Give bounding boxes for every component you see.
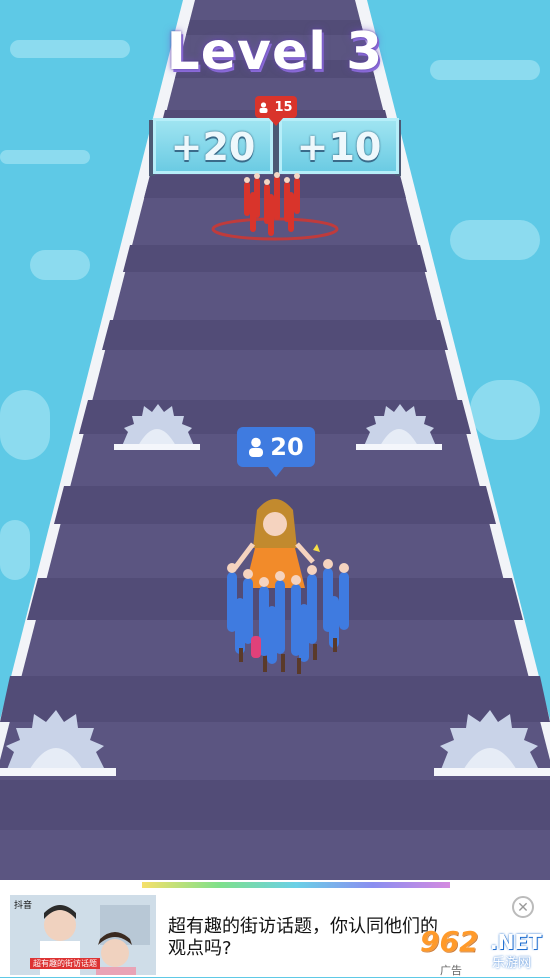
player-count-badge: 20 (237, 427, 315, 477)
person-icon (249, 437, 264, 457)
watermark-suffix: .NET (490, 930, 542, 954)
gate-plus-10: +10 (279, 118, 399, 174)
watermark-number: 962 (420, 925, 479, 958)
player-crowd[interactable] (205, 488, 375, 684)
enemy-count-badge: 15 (255, 96, 297, 126)
enemy-crowd (244, 172, 300, 236)
ad-headline[interactable]: 超有趣的街访话题，你认同他们的观点吗? (168, 916, 438, 960)
ad-tag: 广告 (440, 964, 462, 977)
close-icon[interactable]: ✕ (512, 896, 534, 918)
person-icon (259, 101, 268, 113)
enemy-count: 15 (274, 99, 293, 115)
saw-blade-icon (0, 710, 116, 776)
gate-plus-20: +20 (153, 118, 273, 174)
ad-source-label: 抖音 (14, 901, 33, 911)
saw-blade-icon (114, 404, 200, 450)
saw-blade-icon (356, 404, 442, 450)
player-count: 20 (270, 433, 304, 461)
ad-image-caption: 超有趣的街访话题 (30, 958, 100, 969)
level-progress-strip (142, 882, 450, 888)
level-title: Level 3 (166, 22, 384, 82)
saw-blade-icon (434, 710, 550, 776)
watermark-subtitle: 乐游网 (492, 956, 532, 971)
game-scene[interactable]: Level 3 +20 +10 15 20 (0, 0, 550, 880)
